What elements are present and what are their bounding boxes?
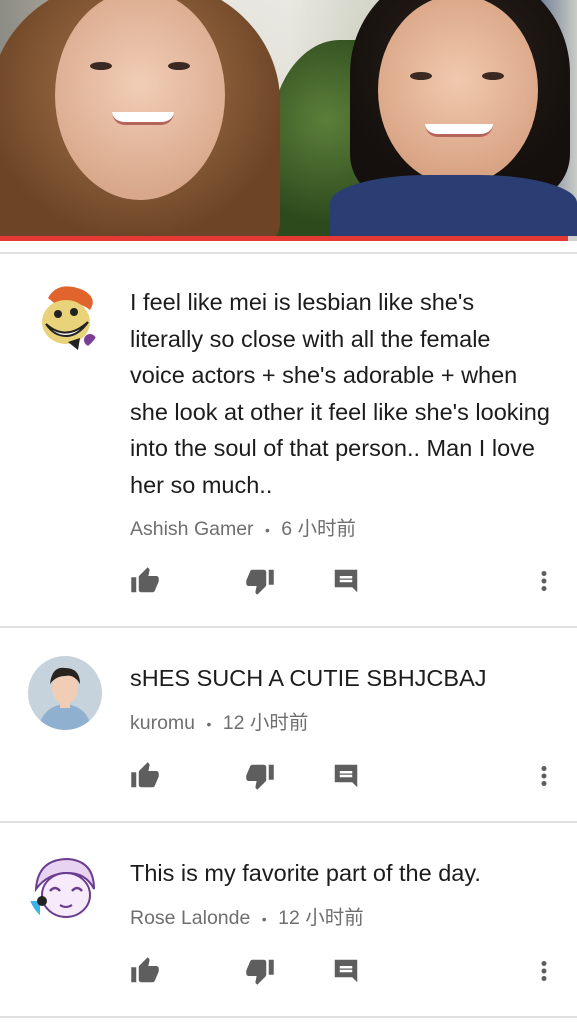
- thumb-up-icon: [131, 567, 159, 593]
- comment-meta: kuromu • 12 小时前: [130, 706, 308, 735]
- divider: [0, 252, 577, 254]
- more-vert-icon: [541, 766, 547, 786]
- meta-separator: •: [206, 716, 212, 732]
- dislike-button[interactable]: [243, 954, 277, 988]
- comment-author[interactable]: kuromu: [130, 712, 195, 734]
- cartoon-face-avatar-icon: [28, 280, 102, 354]
- meta-separator: •: [261, 911, 267, 927]
- person-right-smile: [425, 124, 493, 137]
- video-player[interactable]: [0, 0, 577, 240]
- person-right-eye: [482, 72, 504, 80]
- comment-actions: [0, 564, 577, 604]
- comment-text: I feel like mei is lesbian like she's li…: [130, 289, 550, 498]
- more-options-button[interactable]: [527, 954, 561, 988]
- divider: [0, 821, 577, 823]
- person-left-eye: [90, 62, 112, 70]
- person-left-smile: [112, 112, 174, 125]
- dislike-button[interactable]: [243, 759, 277, 793]
- comment-icon: [334, 569, 358, 593]
- thumb-up-icon: [131, 762, 159, 788]
- more-options-button[interactable]: [527, 759, 561, 793]
- comment-meta: Rose Lalonde • 12 小时前: [130, 901, 364, 930]
- more-vert-icon: [541, 571, 547, 591]
- thumb-down-icon: [246, 959, 274, 985]
- comment-actions: [0, 759, 577, 799]
- comment-text: This is my favorite part of the day.: [130, 860, 481, 886]
- comment-author[interactable]: Rose Lalonde: [130, 907, 250, 929]
- person-right-eye: [410, 72, 432, 80]
- comment-icon: [334, 764, 358, 788]
- video-progress-bar[interactable]: [0, 236, 569, 241]
- divider: [0, 626, 577, 628]
- person-photo-avatar-icon: [28, 656, 102, 730]
- comment-actions: [0, 954, 577, 994]
- comment-author[interactable]: Ashish Gamer: [130, 518, 254, 540]
- avatar[interactable]: [28, 851, 102, 925]
- avatar[interactable]: [28, 280, 102, 354]
- comment-meta: Ashish Gamer • 6 小时前: [130, 512, 356, 541]
- person-left-eye: [168, 62, 190, 70]
- thumb-down-icon: [246, 764, 274, 790]
- person-right-face: [378, 0, 538, 185]
- comment-text: sHES SUCH A CUTIE SBHJCBAJ: [130, 665, 487, 691]
- like-button[interactable]: [128, 564, 162, 598]
- avatar[interactable]: [28, 656, 102, 730]
- comment-time: 12 小时前: [222, 712, 309, 734]
- anime-drawing-avatar-icon: [28, 851, 102, 925]
- divider: [0, 1016, 577, 1018]
- reply-button[interactable]: [329, 564, 363, 598]
- like-button[interactable]: [128, 759, 162, 793]
- more-options-button[interactable]: [527, 564, 561, 598]
- comment-time: 12 小时前: [278, 907, 364, 929]
- thumb-down-icon: [246, 569, 274, 595]
- meta-separator: •: [264, 522, 270, 538]
- reply-button[interactable]: [329, 954, 363, 988]
- person-right-shirt: [330, 175, 577, 240]
- comment-icon: [334, 959, 358, 983]
- reply-button[interactable]: [329, 759, 363, 793]
- like-button[interactable]: [128, 954, 162, 988]
- comment-time: 6 小时前: [281, 518, 357, 540]
- more-vert-icon: [541, 961, 547, 981]
- dislike-button[interactable]: [243, 564, 277, 598]
- thumb-up-icon: [131, 957, 159, 983]
